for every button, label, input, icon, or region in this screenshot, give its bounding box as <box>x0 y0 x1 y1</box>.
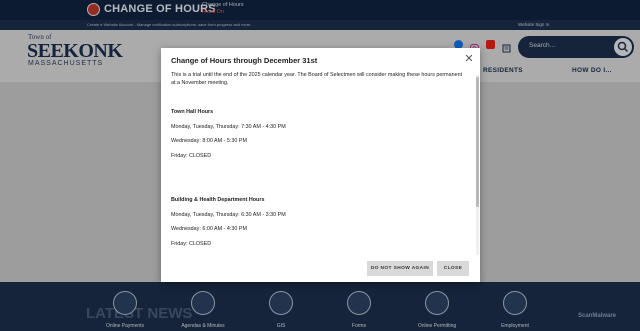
building-line-3: Friday: CLOSED <box>171 241 212 247</box>
town-hall-line-3: Friday: CLOSED <box>171 153 212 159</box>
town-hall-line-2: Wednesday: 8:00 AM - 5:30 PM <box>171 138 248 144</box>
town-hall-heading: Town Hall Hours <box>171 109 214 115</box>
modal-body: This is a trial until the end of the 202… <box>171 71 471 256</box>
close-button[interactable]: CLOSE <box>437 261 469 276</box>
do-not-show-again-button[interactable]: DO NOT SHOW AGAIN <box>367 261 433 276</box>
change-of-hours-modal: Change of Hours through December 31st ✕ … <box>161 48 480 282</box>
town-hall-line-1: Monday, Tuesday, Thursday: 7:30 AM - 4:3… <box>171 124 286 130</box>
modal-intro: This is a trial until the end of the 202… <box>171 72 463 86</box>
close-icon[interactable]: ✕ <box>463 53 475 65</box>
building-line-1: Monday, Tuesday, Thursday: 6:30 AM - 3:3… <box>171 212 286 218</box>
modal-title: Change of Hours through December 31st <box>171 56 318 65</box>
modal-scrollbar[interactable] <box>476 75 479 255</box>
modal-scrollbar-thumb[interactable] <box>476 77 479 207</box>
building-heading: Building & Health Department Hours <box>171 197 265 203</box>
building-line-2: Wednesday: 6:00 AM - 4:30 PM <box>171 226 248 232</box>
